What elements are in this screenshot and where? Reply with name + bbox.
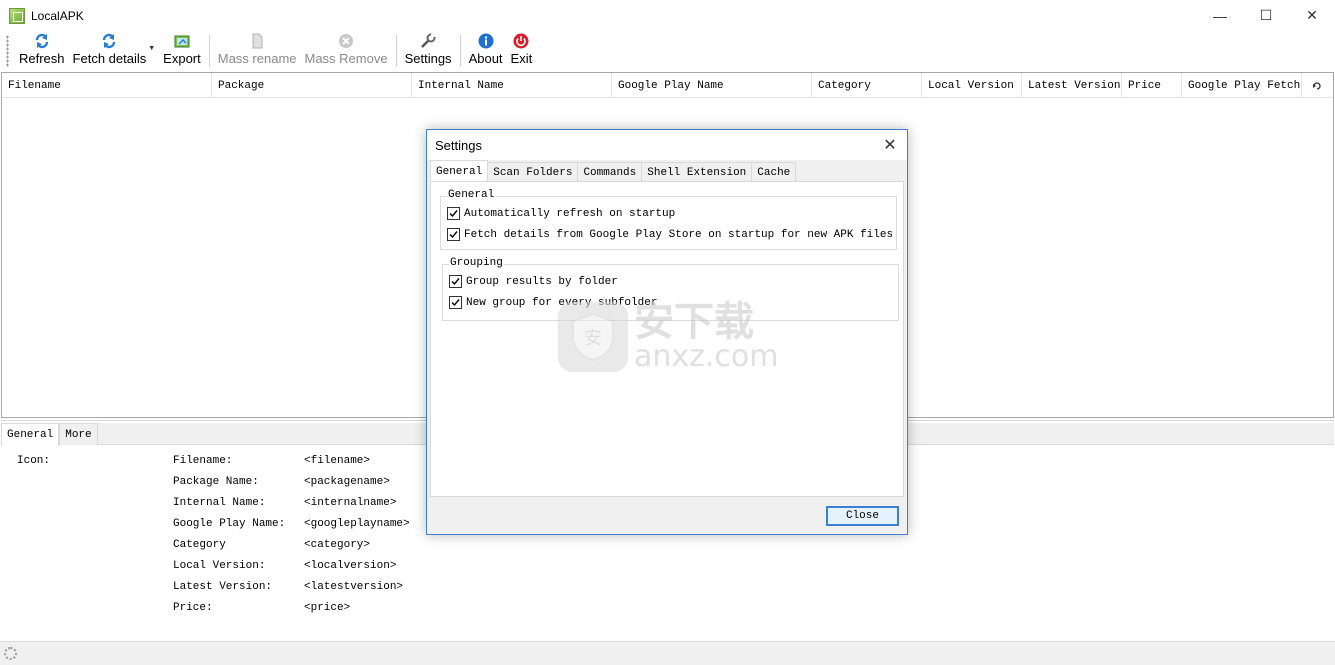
export-button[interactable]: Export	[159, 33, 205, 70]
loading-spinner-icon	[4, 647, 17, 660]
export-label: Export	[163, 51, 201, 66]
option-group-per-subfolder[interactable]: New group for every subfolder	[449, 296, 657, 309]
list-header: Filename Package Internal Name Google Pl…	[2, 73, 1333, 98]
group-title: Grouping	[449, 257, 504, 269]
status-bar	[0, 641, 1335, 665]
option-label: Fetch details from Google Play Store on …	[464, 228, 894, 241]
column-latest-version[interactable]: Latest Version	[1022, 73, 1122, 98]
tab-cache[interactable]: Cache	[751, 162, 797, 182]
power-icon	[513, 33, 529, 49]
toolbar-separator	[395, 35, 397, 67]
column-local-version[interactable]: Local Version	[922, 73, 1022, 98]
exit-button[interactable]: Exit	[507, 33, 537, 70]
mass-remove-label: Mass Remove	[304, 51, 388, 66]
option-group-by-folder[interactable]: Group results by folder	[449, 275, 618, 288]
refresh-label: Refresh	[19, 51, 65, 66]
field-value: <filename>	[304, 455, 371, 467]
app-icon	[9, 7, 25, 24]
fetch-dropdown-icon[interactable]: ▼	[148, 45, 155, 52]
grouping-group: Grouping Group results by folder New gro…	[442, 257, 899, 321]
checkbox-checked-icon[interactable]	[449, 275, 462, 288]
column-category[interactable]: Category	[812, 73, 922, 98]
about-label: About	[468, 51, 503, 66]
toolbar: Refresh Fetch details ▼ Export Mass rena…	[0, 31, 1335, 70]
column-internal-name[interactable]: Internal Name	[412, 73, 612, 98]
option-label: Group results by folder	[466, 275, 618, 288]
fetch-details-label: Fetch details	[72, 51, 147, 66]
mass-rename-button[interactable]: Mass rename	[214, 33, 301, 70]
refresh-icon	[34, 33, 50, 49]
field-value: <price>	[304, 602, 351, 614]
tab-general[interactable]: General	[430, 160, 489, 182]
toolbar-separator	[208, 35, 210, 67]
checkbox-checked-icon[interactable]	[447, 207, 460, 220]
column-chooser-icon[interactable]	[1302, 73, 1332, 98]
fetch-details-button[interactable]: Fetch details	[69, 33, 151, 70]
option-label: New group for every subfolder	[466, 296, 658, 309]
field-label: Local Version:	[173, 560, 266, 572]
field-value: <localversion>	[304, 560, 397, 572]
field-label: Google Play Name:	[173, 518, 286, 530]
icon-label: Icon:	[17, 455, 51, 467]
mass-remove-button[interactable]: Mass Remove	[301, 33, 392, 70]
export-icon	[174, 33, 190, 49]
settings-tabs: General Scan Folders Commands Shell Exte…	[430, 160, 797, 182]
exit-label: Exit	[510, 51, 533, 66]
refresh-button[interactable]: Refresh	[15, 33, 69, 70]
field-label: Filename:	[173, 455, 233, 467]
field-label: Price:	[173, 602, 213, 614]
settings-dialog: Settings ✕ General Scan Folders Commands…	[426, 129, 908, 535]
about-button[interactable]: About	[465, 33, 507, 70]
column-package[interactable]: Package	[212, 73, 412, 98]
checkbox-checked-icon[interactable]	[449, 296, 462, 309]
tab-scan-folders[interactable]: Scan Folders	[487, 162, 579, 182]
maximize-button[interactable]: ☐	[1243, 0, 1289, 31]
option-fetch-on-startup[interactable]: Fetch details from Google Play Store on …	[447, 228, 893, 241]
wrench-icon	[420, 33, 436, 49]
settings-button[interactable]: Settings	[401, 33, 456, 70]
column-price[interactable]: Price	[1122, 73, 1182, 98]
field-value: <internalname>	[304, 497, 397, 509]
tab-general[interactable]: General	[1, 423, 60, 446]
tab-shell-extension[interactable]: Shell Extension	[641, 162, 753, 182]
field-label: Category	[173, 539, 226, 551]
option-label: Automatically refresh on startup	[464, 207, 676, 220]
field-label: Package Name:	[173, 476, 259, 488]
group-title: General	[447, 189, 496, 201]
tab-commands[interactable]: Commands	[577, 162, 643, 182]
window-controls: — ☐ ✕	[1197, 0, 1335, 31]
field-value: <packagename>	[304, 476, 390, 488]
settings-label: Settings	[404, 51, 452, 66]
tab-more[interactable]: More	[59, 423, 98, 445]
column-filename[interactable]: Filename	[2, 73, 212, 98]
window-title: LocalAPK	[31, 8, 84, 23]
field-value: <category>	[304, 539, 371, 551]
field-label: Latest Version:	[173, 581, 273, 593]
fetch-icon	[101, 33, 117, 49]
title-bar: LocalAPK — ☐ ✕	[0, 0, 1335, 31]
minimize-button[interactable]: —	[1197, 0, 1243, 31]
field-label: Internal Name:	[173, 497, 266, 509]
dialog-title-bar: Settings ✕	[427, 130, 907, 160]
document-icon	[249, 33, 265, 49]
general-tab-page: General Automatically refresh on startup…	[430, 181, 904, 497]
column-google-play-name[interactable]: Google Play Name	[612, 73, 812, 98]
option-auto-refresh[interactable]: Automatically refresh on startup	[447, 207, 675, 220]
general-group: General Automatically refresh on startup…	[440, 189, 897, 250]
toolbar-grip[interactable]	[6, 35, 9, 67]
close-window-button[interactable]: ✕	[1289, 0, 1335, 31]
dialog-close-icon[interactable]: ✕	[879, 134, 901, 156]
field-value: <latestversion>	[304, 581, 404, 593]
field-value: <googleplayname>	[304, 518, 410, 530]
close-button[interactable]: Close	[826, 506, 899, 526]
column-google-play-fetch[interactable]: Google Play Fetch	[1182, 73, 1302, 98]
mass-rename-label: Mass rename	[217, 51, 297, 66]
info-icon	[478, 33, 494, 49]
checkbox-checked-icon[interactable]	[447, 228, 460, 241]
dialog-title: Settings	[435, 137, 482, 153]
toolbar-separator	[459, 35, 461, 67]
remove-icon	[338, 33, 354, 49]
